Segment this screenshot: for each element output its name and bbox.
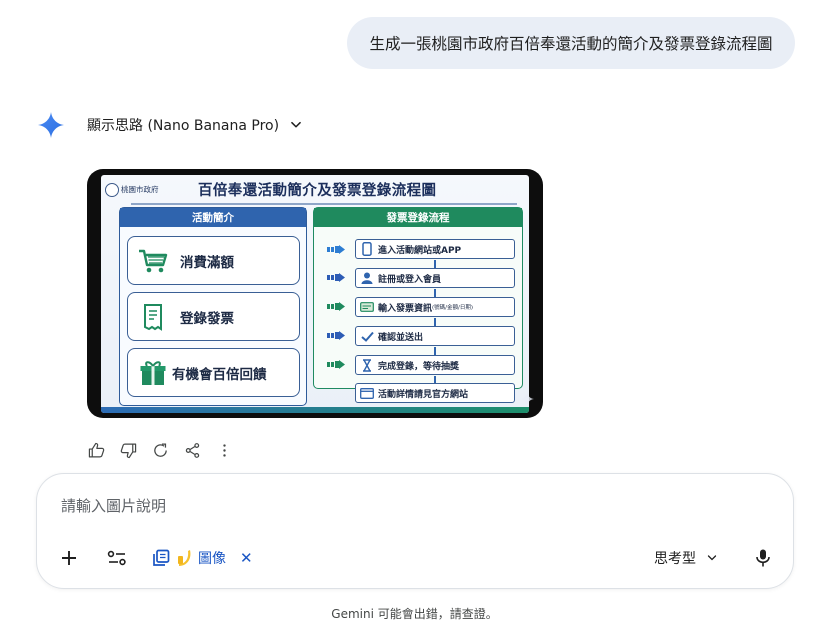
hourglass-icon: [363, 358, 371, 372]
check-icon: [360, 331, 374, 342]
thumb-up-icon: [88, 442, 104, 457]
flow-arrow-icon: [327, 273, 345, 282]
show-thinking-label: 顯示思路 (Nano Banana Pro): [87, 118, 280, 134]
intro-label-spending: 消費滿額: [180, 254, 234, 271]
card-icon: [360, 302, 374, 312]
intro-card-reward: 有機會百倍回饋: [127, 348, 300, 397]
flow-step-1: 進入活動網站或APP: [355, 239, 515, 259]
flow-arrow-icon: [327, 331, 345, 340]
gemini-spark-icon: [38, 112, 64, 138]
response-actions: [87, 441, 233, 459]
infographic-title: 百倍奉還活動簡介及發票登錄流程圖: [198, 183, 437, 199]
regenerate-icon: [153, 442, 167, 457]
model-mode-label: 思考型: [654, 551, 696, 567]
agency-name: 桃園市政府: [121, 185, 159, 194]
flow-step-3: 輸入發票資訊 (號碼/金額/日期): [355, 297, 515, 317]
flow-step-2: 註冊或登入會員: [355, 268, 515, 288]
flow-connector: [434, 260, 436, 268]
user-message-bubble: 生成一張桃園市政府百倍奉還活動的簡介及發票登錄流程圖: [347, 17, 795, 69]
chevron-down-icon: [291, 121, 301, 128]
flow-step-2-label: 註冊或登入會員: [378, 274, 442, 285]
flow-arrow-icon: [327, 360, 345, 369]
image-chip-label: 圖像: [198, 551, 226, 567]
microphone-icon: [756, 549, 770, 567]
user-icon: [361, 272, 373, 284]
tools-icon: [107, 550, 126, 566]
banana-icon: [178, 550, 191, 566]
intro-label-reward: 有機會百倍回饋: [172, 366, 267, 383]
prompt-input[interactable]: [61, 494, 741, 518]
regenerate-button[interactable]: [151, 441, 169, 459]
show-thinking-toggle[interactable]: 顯示思路 (Nano Banana Pro): [87, 115, 303, 135]
flow-final-label: 活動詳情請見官方網站: [378, 389, 469, 400]
plus-icon: [62, 551, 76, 565]
prompt-composer: 圖像 ✕ 思考型: [36, 473, 794, 589]
flow-step-4: 確認並送出: [355, 326, 515, 346]
flow-step-1-label: 進入活動網站或APP: [378, 245, 462, 256]
intro-label-register: 登錄發票: [180, 310, 234, 327]
flow-step-5: 完成登錄，等待抽獎: [355, 355, 515, 375]
intro-card-receipt: 登錄發票: [127, 292, 300, 341]
more-options-button[interactable]: [215, 441, 233, 459]
image-tool-chip[interactable]: 圖像 ✕: [152, 546, 253, 570]
gift-icon: [140, 360, 166, 385]
city-seal-icon: [105, 183, 119, 197]
close-icon[interactable]: ✕: [240, 549, 253, 567]
infographic-slide: 桃園市政府 百倍奉還活動簡介及發票登錄流程圖 活動簡介 消費滿額 登錄發票 有機…: [101, 175, 529, 413]
phone-icon: [362, 242, 372, 256]
browser-icon: [360, 387, 374, 399]
intro-panel: 活動簡介 消費滿額 登錄發票 有機會百倍回饋: [119, 207, 307, 406]
flow-connector: [434, 347, 436, 355]
gallery-icon: [153, 549, 170, 566]
flow-step-3-note: (號碼/金額/日期): [432, 305, 474, 311]
thumb-up-button[interactable]: [87, 441, 105, 459]
title-divider: [131, 203, 517, 205]
tools-button[interactable]: [105, 546, 129, 570]
flow-connector: [434, 318, 436, 326]
flow-arrow-icon: [327, 245, 345, 254]
generated-image[interactable]: 桃園市政府 百倍奉還活動簡介及發票登錄流程圖 活動簡介 消費滿額 登錄發票 有機…: [87, 169, 543, 418]
flow-connector: [434, 289, 436, 297]
chevron-down-icon: [707, 555, 717, 561]
thumb-down-button[interactable]: [119, 441, 137, 459]
add-button[interactable]: [57, 546, 81, 570]
flow-final-step: 活動詳情請見官方網站: [355, 383, 515, 403]
flow-step-5-label: 完成登錄，等待抽獎: [378, 361, 460, 372]
ai-watermark-icon: [520, 392, 534, 406]
more-icon: [222, 443, 226, 457]
shopping-cart-icon: [139, 249, 168, 272]
intro-card-spending: 消費滿額: [127, 236, 300, 285]
user-message-text: 生成一張桃園市政府百倍奉還活動的簡介及發票登錄流程圖: [369, 35, 773, 53]
model-mode-selector[interactable]: 思考型: [654, 546, 718, 570]
flow-panel-header: 發票登錄流程: [314, 208, 522, 227]
receipt-icon: [144, 303, 162, 331]
share-icon: [185, 442, 199, 458]
intro-panel-header: 活動簡介: [120, 208, 306, 227]
flow-arrow-icon: [327, 302, 345, 311]
microphone-button[interactable]: [751, 546, 775, 570]
share-button[interactable]: [183, 441, 201, 459]
slide-footer-bar: [101, 407, 529, 413]
flow-step-3-label: 輸入發票資訊: [378, 303, 433, 314]
flow-step-4-label: 確認並送出: [378, 332, 424, 343]
disclaimer-text: Gemini 可能會出錯，請查證。: [331, 607, 498, 621]
thumb-down-icon: [120, 443, 136, 458]
